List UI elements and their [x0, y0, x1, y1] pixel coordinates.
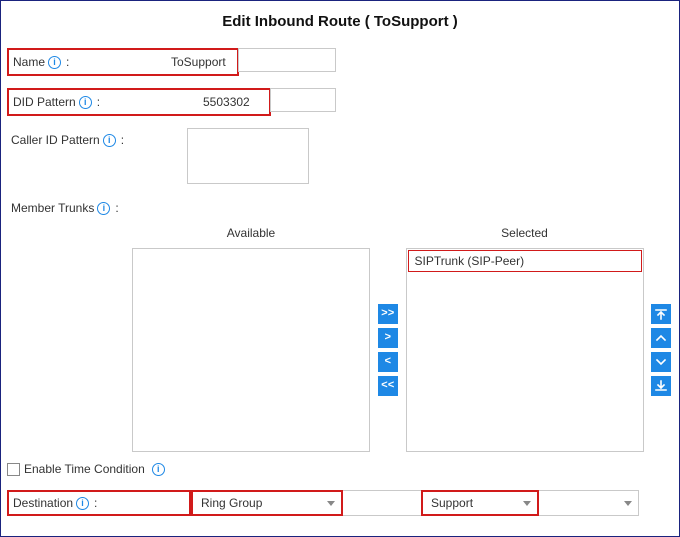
destination-target-value: Support — [431, 496, 473, 510]
did-pattern-label: DID Pattern — [13, 95, 76, 109]
available-header: Available — [132, 226, 370, 242]
move-bottom-button[interactable] — [651, 376, 671, 396]
member-trunks-label: Member Trunks — [11, 201, 94, 215]
move-left-button[interactable]: < — [378, 352, 398, 372]
enable-time-condition-checkbox[interactable] — [7, 463, 20, 476]
move-all-right-button[interactable]: >> — [378, 304, 398, 324]
destination-label: Destination — [13, 496, 73, 510]
chevron-down-icon — [523, 501, 531, 506]
did-pattern-row: DID Pattern i : — [7, 88, 673, 116]
available-column: Available — [132, 226, 370, 452]
chevron-down-icon — [624, 501, 632, 506]
destination-target-dropdown[interactable]: Support — [421, 490, 539, 516]
name-label: Name — [13, 55, 45, 69]
info-icon[interactable]: i — [152, 463, 165, 476]
callerid-pattern-row: Caller ID Pattern i : — [7, 128, 673, 184]
chevron-down-icon — [327, 501, 335, 506]
info-icon[interactable]: i — [48, 56, 61, 69]
info-icon[interactable]: i — [76, 497, 89, 510]
destination-type-value: Ring Group — [201, 496, 262, 510]
name-input-ext[interactable] — [238, 48, 336, 72]
move-buttons: >> > < << — [376, 226, 400, 452]
selected-column: Selected SIPTrunk (SIP-Peer) — [406, 226, 644, 452]
move-right-button[interactable]: > — [378, 328, 398, 348]
callerid-pattern-input[interactable] — [187, 128, 309, 184]
info-icon[interactable]: i — [79, 96, 92, 109]
selected-header: Selected — [406, 226, 644, 242]
destination-row: Destination i : Ring Group Support — [7, 490, 673, 516]
move-top-button[interactable] — [651, 304, 671, 324]
page-title: Edit Inbound Route ( ToSupport ) — [7, 13, 673, 30]
destination-spacer — [343, 490, 421, 516]
did-pattern-input[interactable] — [197, 90, 269, 114]
destination-type-dropdown[interactable]: Ring Group — [191, 490, 343, 516]
callerid-pattern-label: Caller ID Pattern — [11, 133, 100, 147]
destination-extra-dropdown[interactable] — [539, 490, 639, 516]
name-row: Name i : — [7, 48, 673, 76]
info-icon[interactable]: i — [103, 134, 116, 147]
list-item[interactable]: SIPTrunk (SIP-Peer) — [408, 250, 642, 272]
name-input[interactable] — [165, 50, 237, 74]
order-buttons — [650, 226, 674, 452]
info-icon[interactable]: i — [97, 202, 110, 215]
enable-time-condition-row: Enable Time Condition i — [7, 462, 673, 476]
move-all-left-button[interactable]: << — [378, 376, 398, 396]
selected-listbox[interactable]: SIPTrunk (SIP-Peer) — [406, 248, 644, 452]
enable-time-condition-label: Enable Time Condition — [24, 462, 145, 476]
member-trunks-row: Member Trunks i : — [7, 196, 673, 220]
did-pattern-input-ext[interactable] — [270, 88, 336, 112]
move-down-button[interactable] — [651, 352, 671, 372]
edit-inbound-route-panel: Edit Inbound Route ( ToSupport ) Name i … — [0, 0, 680, 537]
available-listbox[interactable] — [132, 248, 370, 452]
move-up-button[interactable] — [651, 328, 671, 348]
destination-label-box: Destination i : — [7, 490, 191, 516]
member-trunks-dual-list: Available >> > < << Selected SIPTrunk (S… — [7, 226, 673, 452]
